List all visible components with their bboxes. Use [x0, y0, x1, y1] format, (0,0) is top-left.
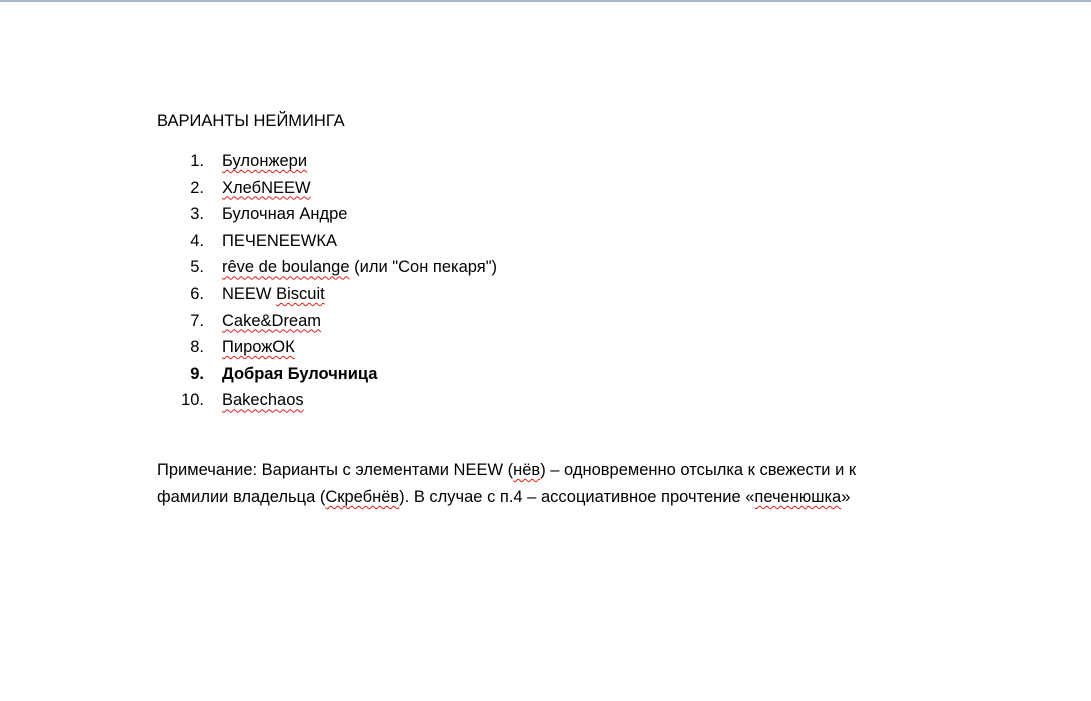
- spellcheck-flagged-word: Скребнёв: [325, 488, 400, 506]
- list-item-number: 2.: [190, 178, 204, 197]
- text-run: фамилии владельца (: [157, 488, 326, 506]
- list-item-text: Добрая Булочница: [222, 363, 377, 385]
- note-paragraph: Примечание: Варианты с элементами NEEW (…: [157, 457, 957, 511]
- text-run: Примечание: Варианты с элементами NEEW (: [157, 461, 514, 479]
- list-item-number: 8.: [190, 338, 204, 357]
- text-run: NEEW: [222, 284, 277, 303]
- spellcheck-flagged-word: ХлебNEEW: [222, 178, 311, 197]
- note-line-1: Примечание: Варианты с элементами NEEW (…: [157, 457, 957, 484]
- list-item-number: 9.: [190, 364, 204, 383]
- list-item-text: Булочная Андре: [222, 203, 347, 225]
- list-item-text: Bakechaos: [222, 389, 304, 411]
- list-item-text: Cake&Dream: [222, 310, 321, 332]
- list-item-text: ПЕЧЕNEEWКА: [222, 230, 337, 252]
- text-run: Добрая Булочница: [222, 364, 378, 383]
- list-item-number: 7.: [190, 311, 204, 330]
- note-line-2: фамилии владельца (Скребнёв). В случае с…: [157, 484, 957, 511]
- list-item-text: ХлебNEEW: [222, 177, 311, 199]
- list-item-number: 1.: [190, 152, 204, 170]
- list-item-number: 4.: [190, 231, 204, 250]
- spellcheck-flagged-word: Булонжери: [222, 152, 308, 170]
- text-run: ПЕЧЕNEEWКА: [222, 231, 337, 250]
- spellcheck-flagged-word: печенюшка: [754, 488, 842, 506]
- document-heading: ВАРИАНТЫ НЕЙМИНГА: [157, 112, 345, 130]
- text-run: Булочная Андре: [222, 205, 348, 224]
- spellcheck-flagged-word: Cake&Dream: [222, 311, 322, 330]
- list-item-text: ПирожОК: [222, 336, 295, 358]
- list-item-text: NEEW Biscuit: [222, 283, 325, 305]
- spellcheck-flagged-word: rêve de boulange: [222, 258, 350, 277]
- text-run: ). В случае с п.4 – ассоциативное прочте…: [399, 488, 755, 506]
- list-item-number: 3.: [190, 205, 204, 224]
- text-run: »: [841, 488, 851, 506]
- text-run: ) – одновременно отсылка к свежести и к: [540, 461, 857, 479]
- list-item-text: Булонжери: [222, 150, 307, 172]
- spellcheck-flagged-word: нёв: [513, 461, 541, 479]
- document-page[interactable]: ВАРИАНТЫ НЕЙМИНГА 1. Булонжери 2. ХлебNEEW 3…: [0, 2, 1091, 701]
- list-item-number: 6.: [190, 284, 204, 303]
- list-item-number: 5.: [190, 258, 204, 277]
- text-run: (или "Сон пекаря"): [349, 258, 498, 277]
- spellcheck-flagged-word: Biscuit: [276, 284, 325, 303]
- list-item-number: 10.: [181, 391, 204, 410]
- list-item-text: rêve de boulange (или "Сон пекаря"): [222, 256, 497, 278]
- spellcheck-flagged-word: Bakechaos: [222, 391, 304, 410]
- spellcheck-flagged-word: ПирожОК: [222, 338, 295, 357]
